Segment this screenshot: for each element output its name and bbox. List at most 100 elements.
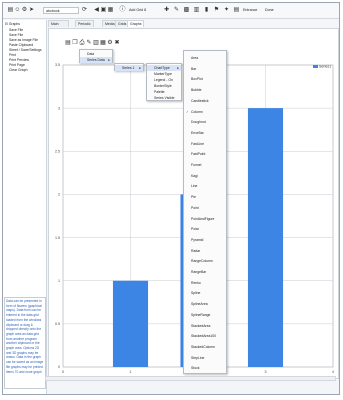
chart-type-option[interactable]: Spline bbox=[184, 290, 226, 296]
x-tick-label: 4 bbox=[332, 370, 334, 374]
chart-type-label: StackedArea100 bbox=[191, 334, 217, 339]
chart-type-option[interactable]: FastPoint bbox=[184, 151, 226, 157]
chart-type-option[interactable]: Candlestick bbox=[184, 98, 226, 104]
chart-type-label: Candlestick bbox=[191, 98, 209, 103]
chart-type-label: StackedColumn bbox=[191, 344, 215, 349]
menu-item-label: Data bbox=[87, 52, 95, 56]
menu-item-label: Palette bbox=[154, 90, 165, 94]
chart-type-option[interactable]: Bar bbox=[184, 66, 226, 72]
chart-icon[interactable]: ▥ bbox=[93, 39, 99, 47]
y-tick-label: 2.5 bbox=[55, 149, 60, 153]
chart-type-label: Doughnut bbox=[191, 120, 206, 125]
chart-type-label: Bar bbox=[191, 66, 197, 71]
chart-type-label: Area bbox=[191, 56, 199, 60]
menu-item-label: Series Data bbox=[87, 58, 105, 62]
y-tick-label: 0 bbox=[58, 365, 60, 369]
grid-icon[interactable]: ▦ bbox=[100, 39, 106, 47]
chart-type-label: Pyramid bbox=[191, 237, 204, 242]
menu-item-label: Series Visible bbox=[154, 96, 175, 100]
y-tick-label: 2 bbox=[58, 193, 60, 197]
y-tick-label: 1 bbox=[58, 279, 60, 283]
chart-type-option[interactable]: StackedArea100 bbox=[184, 333, 226, 339]
chart-type-option[interactable]: Pie bbox=[184, 194, 226, 200]
chart-type-option[interactable]: SplineArea bbox=[184, 301, 226, 307]
bar bbox=[247, 108, 284, 368]
chart-type-option[interactable]: StackedArea bbox=[184, 323, 226, 329]
legend-label: Series1 bbox=[319, 65, 331, 69]
chart-type-label: Line bbox=[191, 184, 198, 189]
chart-type-option[interactable]: Radar bbox=[184, 248, 226, 254]
chart-type-label: PointAndFigure bbox=[191, 216, 215, 221]
bar bbox=[112, 280, 149, 367]
y-tick-label: 3 bbox=[58, 106, 60, 110]
chart-type-option[interactable]: Doughnut bbox=[184, 119, 226, 125]
chart-type-label: Kagi bbox=[191, 173, 198, 178]
chevron-right-icon: ▸ bbox=[108, 58, 110, 62]
x-tick-label: 0 bbox=[62, 370, 64, 374]
chart-type-option[interactable]: StackedColumn bbox=[184, 344, 226, 350]
chart-type-option[interactable]: Pyramid bbox=[184, 237, 226, 243]
chart-type-option[interactable]: Area bbox=[184, 55, 226, 61]
legend-swatch bbox=[313, 65, 318, 68]
chart-type-option[interactable]: Kagi bbox=[184, 173, 226, 179]
chart-type-label: StackedArea bbox=[191, 323, 211, 328]
y-tick-label: 3.5 bbox=[55, 63, 60, 67]
chart-type-label: Spline bbox=[191, 291, 201, 296]
chart-type-option[interactable]: ErrorBar bbox=[184, 130, 226, 136]
chart-type-option[interactable]: RangeColumn bbox=[184, 258, 226, 264]
chart-type-label: Point bbox=[191, 205, 199, 210]
chart-type-label: Stock bbox=[191, 366, 200, 371]
chart-type-option[interactable]: ✓ Column bbox=[184, 109, 226, 115]
print-icon[interactable]: ⎙ bbox=[79, 39, 85, 47]
menu-item-label: BorderStyle bbox=[154, 84, 172, 88]
menu-item-series-data[interactable]: Series Data ▸ bbox=[80, 57, 112, 63]
chart-type-option[interactable]: Funnel bbox=[184, 162, 226, 168]
chart-type-label: Bubble bbox=[191, 88, 202, 93]
delete-icon[interactable]: ✖ bbox=[114, 39, 120, 47]
chart-type-option[interactable]: Line bbox=[184, 183, 226, 189]
x-tick-label: 1 bbox=[130, 370, 132, 374]
chart-type-label: BoxPlot bbox=[191, 77, 203, 82]
menu-item-label: Series 1 bbox=[122, 66, 135, 70]
chart-type-option[interactable]: Renko bbox=[184, 280, 226, 286]
chart-type-label: Funnel bbox=[191, 163, 202, 167]
chart-type-option[interactable]: SplineRange bbox=[184, 312, 226, 318]
menu-item-label: ChartType bbox=[154, 66, 170, 70]
menu-item-series-visible[interactable]: Series Visible bbox=[147, 95, 181, 101]
chart-svg: 00.511.522.533.501234Series1 bbox=[55, 63, 334, 374]
copy-icon[interactable]: ❐ bbox=[72, 39, 78, 47]
chart-type-label: Radar bbox=[191, 248, 201, 253]
context-menu: Data Series Data ▸ bbox=[79, 49, 113, 63]
chart-type-option[interactable]: Bubble bbox=[184, 87, 226, 93]
x-tick-label: 3 bbox=[265, 370, 267, 374]
save-icon[interactable]: ▤ bbox=[65, 39, 71, 47]
chart-type-label: Renko bbox=[191, 280, 201, 285]
settings-icon[interactable]: ⚙ bbox=[107, 39, 113, 47]
y-tick-label: 0.5 bbox=[55, 322, 60, 326]
horizontal-scrollbar[interactable] bbox=[45, 376, 336, 381]
y-tick-label: 1.5 bbox=[55, 236, 60, 240]
pen-icon[interactable]: ✎ bbox=[86, 39, 92, 47]
menu-item-series-1[interactable]: Series 1 ▸ bbox=[115, 65, 143, 71]
chart-type-option[interactable]: Point bbox=[184, 205, 226, 211]
chart-type-option[interactable]: FastLine bbox=[184, 141, 226, 147]
chart-type-option[interactable]: Polar bbox=[184, 226, 226, 232]
chart-type-option[interactable]: StepLine bbox=[184, 355, 226, 361]
series-options-submenu: ChartType ▸ MarkerType Legend - On Border… bbox=[146, 63, 182, 101]
chart-type-option[interactable]: Stock bbox=[184, 365, 226, 371]
chart-type-label: ErrorBar bbox=[191, 130, 204, 135]
chart-type-label: StepLine bbox=[191, 355, 205, 360]
check-icon: ✓ bbox=[186, 109, 189, 114]
chart-type-option[interactable]: PointAndFigure bbox=[184, 216, 226, 222]
chart-type-label: RangeColumn bbox=[191, 259, 213, 264]
chart-type-label: Column bbox=[191, 109, 203, 114]
chart-type-label: SplineArea bbox=[191, 302, 208, 307]
chart-type-option[interactable]: BoxPlot bbox=[184, 76, 226, 82]
app-window: ▤ ☺ ⚙ ➤ abcbook ⟳ ◀ ▣ ▦ ⓘ Add Grid 8 ✚ ✎… bbox=[2, 2, 340, 395]
chart-type-label: Polar bbox=[191, 227, 199, 232]
chart-type-label: RangeBar bbox=[191, 270, 207, 274]
chart-type-label: FastLine bbox=[191, 141, 205, 146]
menu-item-label: MarkerType bbox=[154, 72, 172, 76]
chart-type-option[interactable]: RangeBar bbox=[184, 269, 226, 275]
menu-item-label: Legend - On bbox=[154, 78, 173, 82]
